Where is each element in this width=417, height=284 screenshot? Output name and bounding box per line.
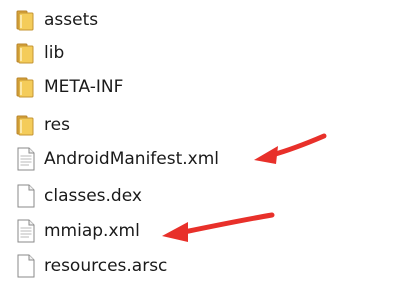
file-name: mmiap.xml: [44, 221, 140, 241]
file-name: classes.dex: [44, 186, 142, 206]
list-item-assets[interactable]: assets: [14, 7, 98, 33]
file-list: assets lib META-INF res AndroidManifest.…: [0, 0, 417, 284]
list-item-res[interactable]: res: [14, 112, 70, 138]
arrow-icon: [254, 133, 327, 164]
file-name: AndroidManifest.xml: [44, 149, 220, 169]
folder-icon: [14, 7, 38, 33]
file-name: assets: [44, 10, 99, 30]
blank-file-icon: [14, 183, 38, 209]
list-item-mmiap-xml[interactable]: mmiap.xml: [14, 218, 140, 244]
folder-icon: [14, 40, 38, 66]
arrow-icon: [162, 212, 275, 242]
document-icon: [14, 146, 38, 172]
blank-file-icon: [14, 253, 38, 279]
file-name: lib: [44, 43, 65, 63]
folder-icon: [14, 112, 38, 138]
list-item-meta-inf[interactable]: META-INF: [14, 74, 123, 100]
file-name: META-INF: [44, 77, 124, 97]
list-item-resources-arsc[interactable]: resources.arsc: [14, 253, 167, 279]
list-item-lib[interactable]: lib: [14, 40, 64, 66]
document-icon: [14, 218, 38, 244]
list-item-classes-dex[interactable]: classes.dex: [14, 183, 142, 209]
list-item-androidmanifest-xml[interactable]: AndroidManifest.xml: [14, 146, 219, 172]
folder-icon: [14, 74, 38, 100]
file-name: resources.arsc: [44, 256, 168, 276]
file-name: res: [44, 115, 70, 135]
